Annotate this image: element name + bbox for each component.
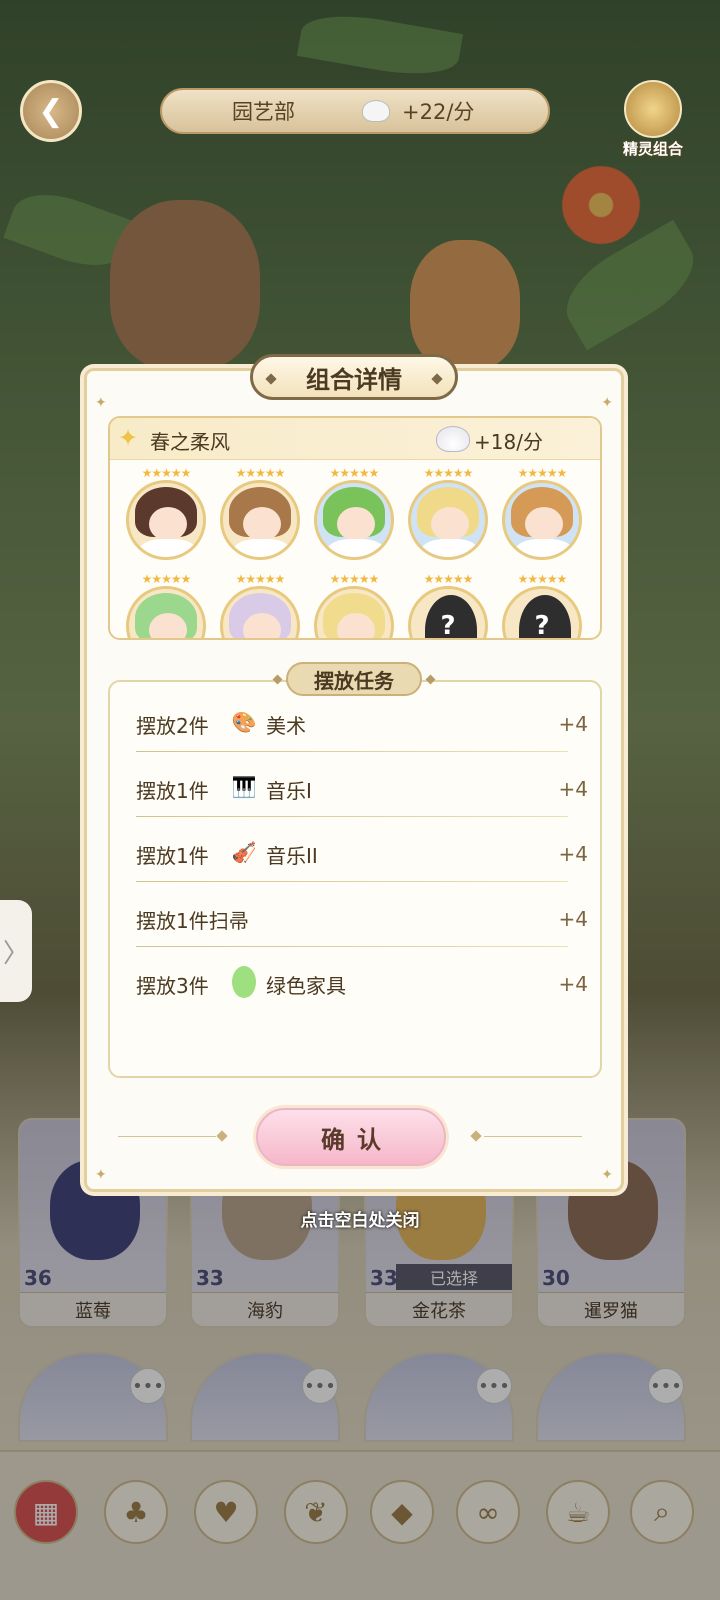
piano-icon: 🎹 [231,775,257,799]
club-name: 园艺部 [232,100,295,124]
task-divider [136,751,568,752]
corner-ornament-icon: ✦ [601,1167,613,1183]
task-row: 摆放1件 🎻 音乐II +4 [136,832,588,882]
combo-character-avatar[interactable] [220,480,300,560]
unknown-mark: ? [534,611,550,640]
character-outfit [139,539,197,557]
character-outfit [421,539,479,557]
club-income-bar: 园艺部 +22/分 [160,88,550,134]
combo-name: 春之柔风 [150,430,230,454]
rarity-stars: ★★★★★ [141,466,192,480]
placement-task-label: 摆放任务 [286,662,422,696]
task-divider [136,881,568,882]
divider-line [484,1136,582,1137]
character-outfit [233,539,291,557]
combo-character-avatar[interactable]: ? [502,586,582,640]
task-points: +4 [558,777,588,801]
character-face [431,507,469,541]
task-row: 摆放1件 🎹 音乐I +4 [136,767,588,817]
club-rate: +22/分 [402,100,475,124]
combo-character-avatar[interactable] [126,480,206,560]
task-points: +4 [558,842,588,866]
rarity-stars: ★★★★★ [329,572,380,586]
fairy-icon [624,80,682,138]
back-arrow-icon: ❮ [38,93,64,129]
character-face [243,613,281,638]
combo-character-avatar[interactable] [314,480,394,560]
combo-character-avatar[interactable] [220,586,300,638]
shell-currency-icon [362,100,390,122]
task-points: +4 [558,907,588,931]
character-face [337,507,375,541]
chevron-right-icon: 〉 [2,938,29,969]
rarity-stars: ★★★★★ [235,466,286,480]
task-row: 摆放2件 🎨 美术 +4 [136,702,588,752]
violin-icon: 🎻 [231,840,257,864]
divider-line [118,1136,216,1137]
shell-currency-icon [436,426,470,452]
task-row: 摆放1件扫帚 +4 [136,897,588,947]
task-text: 摆放1件 [136,779,209,803]
rarity-stars: ★★★★★ [517,466,568,480]
combo-character-avatar[interactable] [502,480,582,560]
character-face [149,613,187,638]
task-category: 音乐II [266,844,318,868]
combo-character-avatar[interactable] [126,586,206,638]
rarity-stars: ★★★★★ [235,572,286,586]
task-points: +4 [558,712,588,736]
rarity-stars: ★★★★★ [423,572,474,586]
character-outfit [515,539,573,557]
task-text: 摆放1件 [136,844,209,868]
character-face [525,507,563,541]
elf-combo-label: 精灵组合 [622,140,683,158]
green-color-swatch [232,966,256,998]
character-outfit [327,539,385,557]
corner-ornament-icon: ✦ [601,395,613,411]
sparkle-icon: ✦ [118,424,139,452]
task-row: 摆放3件 绿色家具 +4 [136,962,588,1012]
confirm-button[interactable]: 确认 [256,1108,446,1166]
character-face [337,613,375,638]
task-text: 摆放3件 [136,974,209,998]
corner-ornament-icon: ✦ [95,1167,107,1183]
task-category: 绿色家具 [266,974,346,998]
unknown-mark: ? [440,611,456,640]
task-text: 摆放1件扫帚 [136,909,249,933]
rarity-stars: ★★★★★ [329,466,380,480]
task-category: 音乐I [266,779,312,803]
task-text: 摆放2件 [136,714,209,738]
palette-icon: 🎨 [231,710,257,734]
rarity-stars: ★★★★★ [423,466,474,480]
combo-character-avatar[interactable]: ? [408,586,488,640]
green-dot-icon [232,966,256,998]
elf-combo-button[interactable]: 精灵组合 [616,80,690,160]
character-face [149,507,187,541]
rarity-stars: ★★★★★ [517,572,568,586]
character-face [243,507,281,541]
rarity-stars: ★★★★★ [141,572,192,586]
task-divider [136,816,568,817]
back-button[interactable]: ❮ [20,80,82,142]
combo-rate: +18/分 [474,430,543,454]
task-divider [136,946,568,947]
combo-character-avatar[interactable] [408,480,488,560]
task-points: +4 [558,972,588,996]
close-hint: 点击空白处关闭 [300,1211,420,1231]
task-category: 美术 [266,714,306,738]
corner-ornament-icon: ✦ [95,395,107,411]
combo-header: ✦ 春之柔风 +18/分 [110,418,600,460]
side-expand-tab[interactable]: 〉 [0,900,32,1002]
combo-panel: ✦ 春之柔风 +18/分 ★★★★★ ★★★★★ ★★★★★ ★★★★★ ★★★★★ ★★… [108,416,602,640]
combo-character-avatar[interactable] [314,586,394,638]
modal-title: 组合详情 [250,354,458,400]
